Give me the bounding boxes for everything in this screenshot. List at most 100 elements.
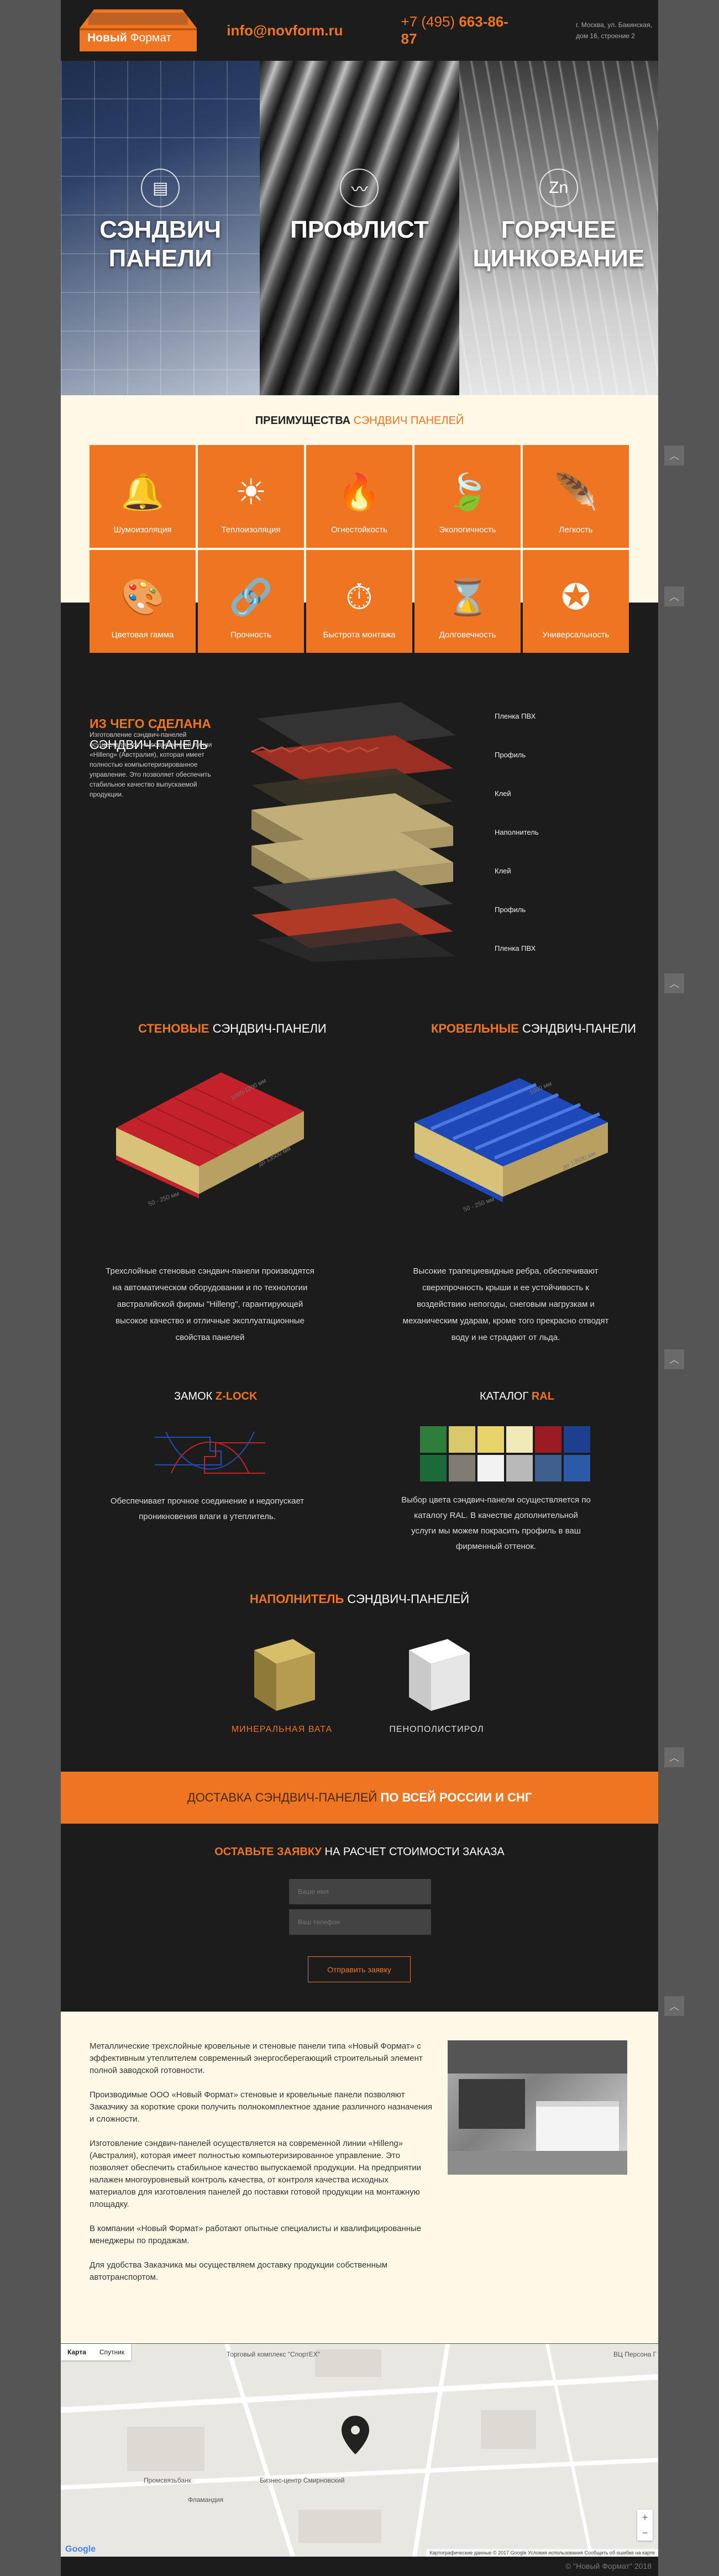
scroll-up-button[interactable]: ︿ <box>658 580 690 612</box>
request-title: ОСТАВЬТЕ ЗАЯВКУ НА РАСЧЕТ СТОИМОСТИ ЗАКА… <box>61 1846 658 1858</box>
advantages-title-bold: ПРЕИМУЩЕСТВА <box>255 415 351 427</box>
map-streets <box>61 2344 658 2557</box>
hero-title-sandwich: СЭНДВИЧ ПАНЕЛИ <box>99 216 222 272</box>
ral-swatch[interactable] <box>449 1426 475 1453</box>
advantage-colors: 🎨 Цветовая гамма <box>90 550 196 653</box>
copyright-text: © "Новый Формат" 2018 <box>565 2562 652 2570</box>
scroll-up-button[interactable]: ︿ <box>658 967 690 999</box>
ral-swatch[interactable] <box>535 1455 561 1481</box>
chevron-up-icon: ︿ <box>664 1747 684 1767</box>
company-logo[interactable]: Новый Формат <box>77 6 198 55</box>
filler-title-accent: НАПОЛНИТЕЛЬ <box>249 1592 344 1606</box>
logo-word-1: Новый <box>87 32 127 44</box>
ral-swatch[interactable] <box>535 1426 561 1453</box>
phone-prefix: +7 (495) <box>401 13 455 30</box>
ral-swatch[interactable] <box>477 1426 504 1453</box>
request-title-accent: ОСТАВЬТЕ ЗАЯВКУ <box>214 1846 322 1858</box>
advantage-versatility: ✪ Универсальность <box>523 550 629 653</box>
ral-title-accent: RAL <box>531 1390 554 1402</box>
advantage-label: Универсальность <box>542 630 610 640</box>
delivery-text-1: ДОСТАВКА СЭНДВИЧ-ПАНЕЛЕЙ <box>187 1790 377 1804</box>
logo-text: Новый Формат <box>87 32 171 45</box>
layer-label: Клей <box>495 867 511 875</box>
map-attribution[interactable]: Картографические данные © 2017 Google Ус… <box>426 2549 658 2557</box>
scroll-up-button[interactable]: ︿ <box>658 1741 690 1773</box>
hero-hot-galvanizing[interactable]: Zn ГОРЯЧЕЕ ЦИНКОВАНИЕ <box>459 61 658 395</box>
chevron-up-icon: ︿ <box>664 446 684 465</box>
map-type-tabs: Карта Спутник <box>61 2344 132 2360</box>
layer-label: Профиль <box>495 905 526 914</box>
ral-swatch[interactable] <box>420 1426 447 1453</box>
advantage-eco: 🍃 Экологичность <box>414 445 521 548</box>
sun-icon: ☀ <box>235 472 267 512</box>
filler-mineral-wool[interactable]: МИНЕРАЛЬНАЯ ВАТА <box>227 1628 337 1734</box>
ral-title-rest: КАТАЛОГ <box>480 1390 529 1402</box>
header-phone-link[interactable]: +7 (495) 663-86-87 <box>401 13 524 48</box>
advantages-section: ПРЕИМУЩЕСТВА СЭНДВИЧ ПАНЕЛЕЙ 🔔 Шумоизоляц… <box>61 395 658 653</box>
scroll-up-button[interactable]: ︿ <box>658 1990 690 2022</box>
roof-dim-thickness: 50 - 250 мм <box>463 1196 495 1213</box>
name-input[interactable] <box>289 1879 431 1904</box>
hero-profile-sheet[interactable]: 〰 ПРОФЛИСТ <box>260 61 459 395</box>
advantage-label: Цветовая гамма <box>111 630 174 640</box>
chevron-up-icon: ︿ <box>664 1996 684 2016</box>
advantage-lightness: 🪶 Легкость <box>523 445 629 548</box>
hero-sandwich-panels[interactable]: ▤ СЭНДВИЧ ПАНЕЛИ <box>61 61 260 395</box>
map-label: ВЦ Персона Г <box>613 2350 657 2358</box>
roof-panel-illustration: 1000 мм до 13500 мм 50 - 250 мм <box>414 1078 608 1213</box>
color-fan-icon: 🎨 <box>120 577 165 617</box>
filler-label: ПЕНОПОЛИСТИРОЛ <box>389 1725 484 1734</box>
hero-categories: ▤ СЭНДВИЧ ПАНЕЛИ 〰 ПРОФЛИСТ Zn ГОРЯЧЕЕ Ц… <box>61 61 658 395</box>
about-paragraph: Производимые ООО «Новый Формат» стеновые… <box>90 2090 432 2124</box>
fire-icon: 🔥 <box>337 472 381 512</box>
ral-swatch[interactable] <box>506 1455 533 1481</box>
advantages-grid: 🔔 Шумоизоляция ☀ Теплоизоляция 🔥 Огнестойко… <box>90 445 631 653</box>
submit-request-button[interactable]: Отправить заявку <box>308 1956 411 1982</box>
advantage-label: Легкость <box>559 525 593 535</box>
wall-panels-text: Трехслойные стеновые сэндвич-панели прои… <box>106 1266 314 1342</box>
roof-title-accent: КРОВЕЛЬНЫЕ <box>431 1022 519 1035</box>
zlock-title-rest: ЗАМОК <box>174 1390 213 1402</box>
map-tab-satellite[interactable]: Спутник <box>93 2344 131 2360</box>
ral-color-swatches <box>420 1426 590 1481</box>
panel-layers-illustration <box>251 702 456 962</box>
map-label: Фламандия <box>188 2496 224 2504</box>
header-email-link[interactable]: info@novform.ru <box>227 22 343 39</box>
request-form-section: ОСТАВЬТЕ ЗАЯВКУ НА РАСЧЕТ СТОИМОСТИ ЗАКА… <box>61 1824 658 2012</box>
about-text: Металлические трехслойные кровельные и с… <box>90 2040 432 2296</box>
map-tab-map[interactable]: Карта <box>61 2344 93 2360</box>
wall-title-rest: СЭНДВИЧ-ПАНЕЛИ <box>212 1022 327 1035</box>
ral-swatch[interactable] <box>564 1455 590 1481</box>
request-title-rest: НА РАСЧЕТ СТОИМОСТИ ЗАКАЗА <box>324 1846 505 1858</box>
zlock-title-accent: Z-LOCK <box>215 1390 258 1402</box>
stopwatch-icon: ⏱ <box>345 577 373 617</box>
advantages-title-accent: СЭНДВИЧ ПАНЕЛЕЙ <box>353 415 464 427</box>
advantage-label: Огнестойкость <box>331 525 387 535</box>
advantage-label: Теплоизоляция <box>221 525 281 535</box>
scroll-up-button[interactable]: ︿ <box>658 1343 690 1375</box>
layer-label: Клей <box>495 789 511 798</box>
ral-swatch[interactable] <box>564 1426 590 1453</box>
layer-label: Пленка ПВХ <box>495 944 536 952</box>
scroll-up-button[interactable]: ︿ <box>658 439 690 472</box>
ral-swatch[interactable] <box>420 1455 447 1481</box>
google-logo: Google <box>65 2544 96 2554</box>
feather-icon: 🪶 <box>554 472 598 512</box>
phone-input[interactable] <box>289 1909 431 1935</box>
leaf-icon: 🍃 <box>445 472 490 512</box>
delivery-text-2: ПО ВСЕЙ РОССИИ И СНГ <box>380 1790 532 1804</box>
advantage-heat-insulation: ☀ Теплоизоляция <box>198 445 304 548</box>
ral-swatch[interactable] <box>449 1455 475 1481</box>
zoom-out-button[interactable]: − <box>637 2525 653 2541</box>
advantage-strength: 🔗 Прочность <box>198 550 304 653</box>
zoom-in-button[interactable]: + <box>637 2510 653 2525</box>
ral-swatch[interactable] <box>506 1426 533 1453</box>
location-map[interactable]: Карта Спутник Торговый комплекс "СпортЕХ… <box>61 2344 658 2557</box>
ral-swatch[interactable] <box>477 1455 504 1481</box>
advantage-label: Долговечность <box>439 630 496 640</box>
filler-polystyrene[interactable]: ПЕНОПОЛИСТИРОЛ <box>381 1628 492 1734</box>
header-address: г. Москва, ул. Бакинская, дом 16, строен… <box>576 21 652 40</box>
map-label: Промсвязьбанк <box>144 2476 191 2484</box>
layer-label: Наполнитель <box>495 828 539 836</box>
advantage-label: Прочность <box>230 630 271 640</box>
